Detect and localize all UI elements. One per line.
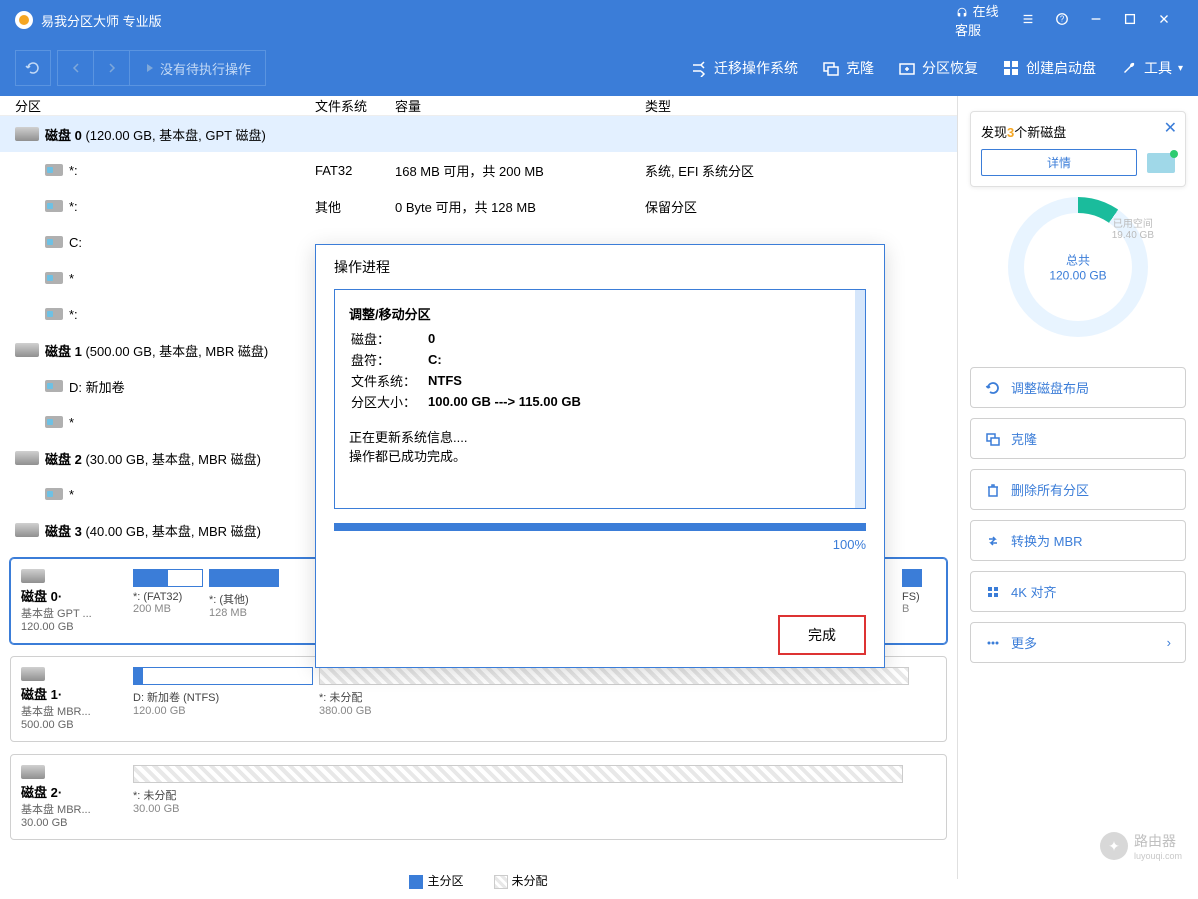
clone-button[interactable]: 克隆 xyxy=(822,58,874,78)
watermark: ✦ 路由器luyouqi.com xyxy=(1100,831,1182,861)
row-label: 磁盘 2 (30.00 GB, 基本盘, MBR 磁盘) xyxy=(45,449,261,468)
dialog-content: 调整/移动分区 磁盘：0盘符：C:文件系统：NTFS分区大小：100.00 GB… xyxy=(334,289,866,509)
row-label: 磁盘 0 (120.00 GB, 基本盘, GPT 磁盘) xyxy=(45,125,266,144)
partition-icon xyxy=(45,272,63,284)
table-header: 分区 文件系统 容量 类型 xyxy=(0,96,957,116)
row-label: 磁盘 1 (500.00 GB, 基本盘, MBR 磁盘) xyxy=(45,341,268,360)
bootable-media-button[interactable]: 创建启动盘 xyxy=(1002,58,1096,78)
disk-card[interactable]: 磁盘 2·基本盘 MBR...30.00 GB*: 未分配30.00 GB xyxy=(10,754,947,840)
watermark-icon: ✦ xyxy=(1100,832,1128,860)
disk-icon xyxy=(1147,153,1175,173)
col-partition: 分区 xyxy=(15,96,315,115)
col-fs: 文件系统 xyxy=(315,96,395,115)
row-label: *: xyxy=(69,307,78,322)
scrollbar[interactable] xyxy=(855,290,865,508)
done-button[interactable]: 完成 xyxy=(778,615,866,655)
operation-progress-dialog: 操作进程 调整/移动分区 磁盘：0盘符：C:文件系统：NTFS分区大小：100.… xyxy=(315,244,885,668)
minimize-button[interactable] xyxy=(1089,12,1103,29)
row-label: * xyxy=(69,487,74,502)
partition-row[interactable]: *:FAT32168 MB 可用，共 200 MB系统, EFI 系统分区 xyxy=(0,152,957,188)
side-panel: ✕ 发现3个新磁盘 详情 已用空间19.40 GB 总共120.00 GB 调整… xyxy=(958,96,1198,879)
side-action-refresh[interactable]: 调整磁盘布局 xyxy=(970,367,1186,408)
disk-icon xyxy=(15,343,39,357)
tools-button[interactable]: 工具 ▾ xyxy=(1120,58,1183,78)
refresh-icon xyxy=(985,380,1001,396)
partition-recovery-button[interactable]: 分区恢复 xyxy=(898,58,978,78)
disk-card[interactable]: 磁盘 1·基本盘 MBR...500.00 GBD: 新加卷 (NTFS)120… xyxy=(10,656,947,742)
disk-row[interactable]: 磁盘 0 (120.00 GB, 基本盘, GPT 磁盘) xyxy=(0,116,957,152)
legend: 主分区 未分配 xyxy=(0,862,957,899)
apply-button[interactable]: 没有待执行操作 xyxy=(130,51,265,85)
app-logo-icon xyxy=(15,11,33,29)
align-icon xyxy=(985,584,1001,600)
status-message: 操作都已成功完成。 xyxy=(349,446,851,465)
more-icon xyxy=(985,635,1001,651)
details-button[interactable]: 详情 xyxy=(981,149,1137,176)
disk-icon xyxy=(15,451,39,465)
partition-icon xyxy=(45,236,63,248)
undo-button[interactable] xyxy=(58,51,94,85)
app-title: 易我分区大师 专业版 xyxy=(41,11,943,30)
disk-icon xyxy=(21,765,45,779)
svg-text:?: ? xyxy=(1060,14,1065,23)
row-label: * xyxy=(69,415,74,430)
operation-title: 调整/移动分区 xyxy=(349,307,431,322)
maximize-button[interactable] xyxy=(1123,12,1137,29)
side-action-trash[interactable]: 删除所有分区 xyxy=(970,469,1186,510)
row-label: C: xyxy=(69,235,82,250)
trash-icon xyxy=(985,482,1001,498)
dialog-title: 操作进程 xyxy=(334,257,866,277)
pending-ops-group: 没有待执行操作 xyxy=(57,50,266,86)
chevron-right-icon: › xyxy=(1167,635,1171,650)
progress-bar xyxy=(334,523,866,531)
progress-percent: 100% xyxy=(334,537,866,552)
new-disk-notification: ✕ 发现3个新磁盘 详情 xyxy=(970,111,1186,187)
capacity-donut: 已用空间19.40 GB 总共120.00 GB xyxy=(1008,197,1148,337)
migrate-os-button[interactable]: 迁移操作系统 xyxy=(690,58,798,78)
help-icon[interactable]: ? xyxy=(1055,12,1069,29)
col-capacity: 容量 xyxy=(395,96,645,115)
side-action-convert[interactable]: 转换为 MBR xyxy=(970,520,1186,561)
status-message: 正在更新系统信息.... xyxy=(349,427,851,446)
side-action-clone[interactable]: 克隆 xyxy=(970,418,1186,459)
side-action-more[interactable]: 更多› xyxy=(970,622,1186,663)
partition-icon xyxy=(45,380,63,392)
menu-icon[interactable] xyxy=(1021,12,1035,29)
convert-icon xyxy=(985,533,1001,549)
row-label: * xyxy=(69,271,74,286)
legend-primary: 主分区 xyxy=(427,874,463,888)
row-label: 磁盘 3 (40.00 GB, 基本盘, MBR 磁盘) xyxy=(45,521,261,540)
disk-icon xyxy=(15,523,39,537)
partition-icon xyxy=(45,308,63,320)
row-label: *: xyxy=(69,199,78,214)
partition-icon xyxy=(45,416,63,428)
titlebar: 易我分区大师 专业版 在线客服 ? xyxy=(0,0,1198,40)
partition-icon xyxy=(45,488,63,500)
close-icon[interactable]: ✕ xyxy=(1164,118,1177,138)
disk-icon xyxy=(21,667,45,681)
col-type: 类型 xyxy=(645,96,957,115)
close-button[interactable] xyxy=(1157,12,1171,29)
redo-button[interactable] xyxy=(94,51,130,85)
side-action-align[interactable]: 4K 对齐 xyxy=(970,571,1186,612)
partition-icon xyxy=(45,164,63,176)
partition-row[interactable]: *:其他0 Byte 可用，共 128 MB保留分区 xyxy=(0,188,957,224)
row-label: D: 新加卷 xyxy=(69,377,125,396)
row-label: *: xyxy=(69,163,78,178)
disk-icon xyxy=(15,127,39,141)
clone-icon xyxy=(985,431,1001,447)
online-support-link[interactable]: 在线客服 xyxy=(955,1,1001,39)
legend-unallocated: 未分配 xyxy=(512,874,548,888)
refresh-button[interactable] xyxy=(15,50,51,86)
disk-icon xyxy=(21,569,45,583)
partition-icon xyxy=(45,200,63,212)
